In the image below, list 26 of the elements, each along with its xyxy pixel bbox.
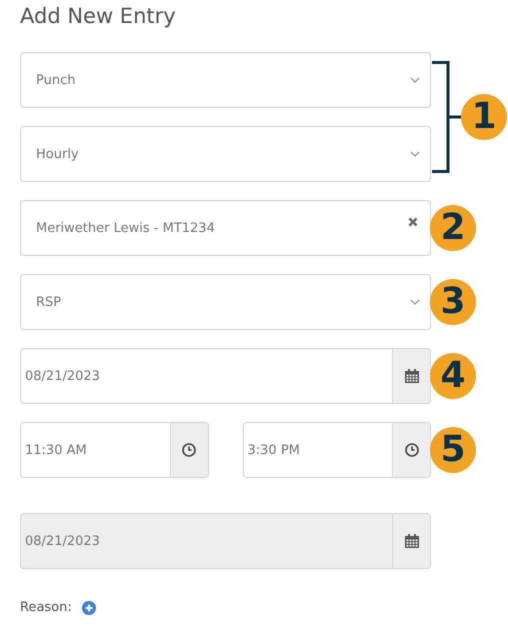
select-field[interactable]: Hourly <box>20 126 431 182</box>
select-field[interactable]: RSP <box>20 274 431 330</box>
select-field[interactable]: Punch <box>20 52 431 108</box>
date-field[interactable]: 08/21/2023 <box>20 348 431 404</box>
chevron-down-icon <box>410 299 420 305</box>
chevron-down-icon <box>410 151 420 157</box>
callout-badge: 1 <box>461 94 507 140</box>
time-field[interactable]: 11:30 AM <box>20 422 208 478</box>
clock-button[interactable] <box>170 423 208 477</box>
clock-icon <box>404 443 418 457</box>
calendar-icon <box>404 534 418 548</box>
calendar-icon <box>404 369 418 383</box>
reason-label: Reason: <box>20 600 72 615</box>
clock-icon <box>182 443 196 457</box>
clear-icon[interactable] <box>408 217 418 227</box>
time-field[interactable]: 3:30 PM <box>242 422 431 478</box>
add-icon[interactable] <box>82 600 96 614</box>
page-title: Add New Entry <box>20 3 177 30</box>
chevron-down-icon <box>410 77 420 83</box>
callout-badge: 5 <box>430 427 476 473</box>
calendar-button[interactable] <box>392 349 430 403</box>
callout-badge: 3 <box>430 279 476 325</box>
employee-field[interactable]: Meriwether Lewis - MT1234 <box>20 200 431 256</box>
clock-button[interactable] <box>392 423 430 477</box>
callout-badge: 4 <box>430 353 476 399</box>
callout-badge: 2 <box>430 205 476 251</box>
